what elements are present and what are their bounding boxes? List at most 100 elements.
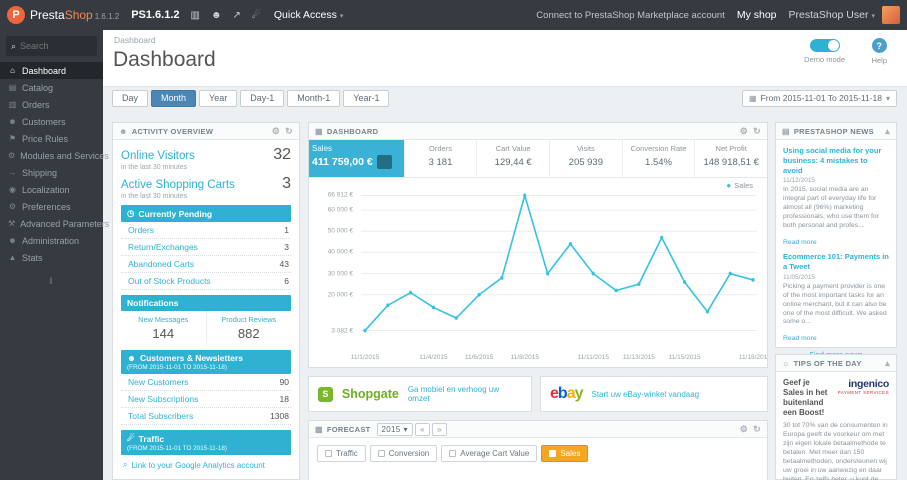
stats-icon: ▲	[8, 253, 17, 262]
sidebar-item-price-rules[interactable]: ⚑ Price Rules	[0, 130, 103, 147]
ebay-ad-link[interactable]: Start uw eBay-winkel vandaag	[592, 390, 700, 399]
ebay-logo: ebay	[550, 385, 583, 402]
quick-access-menu[interactable]: Quick Access ▾	[274, 9, 344, 21]
shopgate-ad-link[interactable]: Ga mobiel en verhoog uw omzet	[408, 385, 522, 403]
chip-conversion[interactable]: Conversion	[369, 445, 438, 462]
news-article-title[interactable]: Ecommerce 101: Payments in a Tweet	[783, 252, 889, 272]
pending-row-abandoned-carts[interactable]: Abandoned Carts 43	[121, 256, 291, 273]
active-carts-value: 3	[282, 175, 291, 192]
sidebar-item-orders[interactable]: ▥ Orders	[0, 96, 103, 113]
tips-heading: Geef je Sales in het buitenland een Boos…	[783, 378, 828, 417]
avatar[interactable]	[882, 6, 900, 24]
marketplace-link[interactable]: Connect to PrestaShop Marketplace accoun…	[536, 10, 725, 21]
notifications-title: Notifications	[127, 298, 179, 308]
traffic-icon: ☄	[127, 433, 135, 443]
sidebar-item-customers[interactable]: ☻ Customers	[0, 113, 103, 130]
filter-year-button[interactable]: Year	[199, 89, 238, 107]
active-carts-label[interactable]: Active Shopping Carts	[121, 179, 235, 191]
sidebar-item-localization[interactable]: ◉ Localization	[0, 181, 103, 198]
kpi-net-profit[interactable]: Net Profit 148 918,51 €	[695, 140, 767, 177]
filter-day-button[interactable]: Day	[112, 89, 149, 107]
news-article-title[interactable]: Using social media for your business: 4 …	[783, 146, 889, 175]
gear-icon[interactable]: ⚙	[740, 424, 748, 435]
sidebar-item-preferences[interactable]: ⚙ Preferences	[0, 198, 103, 215]
forecast-year-select[interactable]: 2015 ▾	[376, 422, 413, 436]
refresh-icon[interactable]: ↻	[753, 424, 761, 435]
news-panel-title: PRESTASHOP NEWS	[793, 126, 874, 136]
customers-row-total-subscribers[interactable]: Total Subscribers 1308	[121, 408, 291, 425]
forecast-panel-title: FORECAST	[326, 424, 371, 434]
customers-icon: ☻	[127, 353, 136, 363]
sidebar-item-shipping[interactable]: → Shipping	[0, 164, 103, 181]
sidebar-item-stats[interactable]: ▲ Stats	[0, 249, 103, 266]
gear-icon[interactable]: ⚙	[272, 126, 280, 137]
product-reviews-counter[interactable]: Product Reviews 882	[205, 311, 292, 345]
filter-month-1-button[interactable]: Month-1	[287, 89, 341, 107]
forecast-prev-button[interactable]: «	[414, 422, 430, 436]
filter-day-1-button[interactable]: Day-1	[240, 89, 285, 107]
pending-row-orders[interactable]: Orders 1	[121, 222, 291, 239]
pending-row-out-of-stock[interactable]: Out of Stock Products 6	[121, 273, 291, 290]
chart-plot	[361, 183, 757, 343]
customers-row-new-subscriptions[interactable]: New Subscriptions 18	[121, 391, 291, 408]
calendar-icon: ▦	[748, 93, 757, 103]
date-range-label: From 2015-11-01 To 2015-11-18	[760, 93, 882, 103]
send-icon[interactable]: ↗	[233, 10, 241, 21]
gear-icon[interactable]: ⚙	[740, 126, 748, 137]
online-visitors-label[interactable]: Online Visitors	[121, 150, 195, 162]
date-filter-bar: Day Month Year Day-1 Month-1 Year-1 ▦ Fr…	[112, 89, 897, 107]
page-title: Dashboard	[113, 48, 216, 71]
sidebar-item-modules[interactable]: ⚙ Modules and Services	[0, 147, 109, 164]
refresh-icon[interactable]: ↻	[285, 126, 293, 137]
forecast-panel: ▩ FORECAST 2015 ▾ « » ⚙ ↻ Traffic Convers…	[308, 420, 768, 480]
pending-row-returns[interactable]: Return/Exchanges 3	[121, 239, 291, 256]
sidebar-item-label: Price Rules	[22, 133, 69, 144]
chip-traffic[interactable]: Traffic	[317, 445, 366, 462]
read-more-link[interactable]: Read more	[783, 335, 817, 342]
customers-row-new-customers[interactable]: New Customers 90	[121, 374, 291, 391]
user-menu[interactable]: PrestaShop User ▾	[789, 9, 875, 21]
kpi-orders[interactable]: Orders 3 181	[405, 140, 478, 177]
sidebar-item-dashboard[interactable]: ⌂ Dashboard	[0, 62, 103, 79]
tips-panel-title: TIPS OF THE DAY	[793, 358, 862, 368]
my-shop-link[interactable]: My shop	[737, 9, 777, 21]
read-more-link[interactable]: Read more	[783, 239, 817, 246]
rocket-icon[interactable]: ☄	[252, 10, 261, 21]
kpi-cart-value[interactable]: Cart Value 129,44 €	[477, 140, 550, 177]
collapse-icon[interactable]: ▴	[885, 126, 890, 137]
tips-of-the-day-panel: ☼ TIPS OF THE DAY ▴ Geef je Sales in het…	[775, 354, 897, 480]
kpi-sales[interactable]: Sales 411 759,00 €	[309, 140, 405, 177]
date-range-picker[interactable]: ▦ From 2015-11-01 To 2015-11-18 ▾	[741, 89, 897, 107]
filter-month-button[interactable]: Month	[151, 89, 197, 107]
news-article-excerpt: Picking a payment provider is one of the…	[783, 282, 887, 326]
profile-icon[interactable]: ☻	[211, 10, 222, 21]
help-control: ? Help	[872, 38, 887, 65]
cart-icon[interactable]: ▥	[191, 10, 200, 21]
google-analytics-link[interactable]: ⌕ Link to your Google Analytics account	[121, 455, 291, 475]
collapse-icon[interactable]: ▴	[885, 358, 890, 369]
kpi-sparkline	[376, 155, 392, 169]
sidebar-item-administration[interactable]: ☻ Administration	[0, 232, 103, 249]
checkbox-icon	[325, 450, 332, 457]
search-input[interactable]	[20, 41, 91, 51]
chip-sales[interactable]: Sales	[541, 445, 589, 462]
kpi-visits[interactable]: Visits 205 939	[550, 140, 623, 177]
help-button[interactable]: ?	[871, 38, 887, 53]
sidebar-item-catalog[interactable]: ▤ Catalog	[0, 79, 103, 96]
forecast-next-button[interactable]: »	[431, 422, 447, 436]
forecast-icon: ▩	[315, 424, 323, 434]
notifications-header: Notifications	[121, 295, 291, 311]
breadcrumb: Dashboard	[114, 35, 156, 45]
demo-mode-toggle[interactable]	[809, 39, 840, 52]
shop-version-label: PS1.6.1.2	[131, 9, 180, 21]
new-messages-counter[interactable]: New Messages 144	[121, 311, 206, 345]
sidebar-item-advanced-parameters[interactable]: ⚒ Advanced Parameters	[0, 215, 109, 232]
sidebar-collapse-button[interactable]: ‖	[0, 276, 103, 286]
refresh-icon[interactable]: ↻	[753, 126, 761, 137]
kpi-conversion-rate[interactable]: Conversion Rate 1.54%	[623, 140, 696, 177]
sidebar-item-label: Dashboard	[22, 65, 67, 76]
sidebar-search[interactable]: ⌕	[6, 36, 97, 56]
filter-year-1-button[interactable]: Year-1	[343, 89, 390, 107]
chip-average-cart-value[interactable]: Average Cart Value	[441, 445, 538, 462]
prestashop-logo-icon[interactable]: P	[7, 6, 25, 24]
